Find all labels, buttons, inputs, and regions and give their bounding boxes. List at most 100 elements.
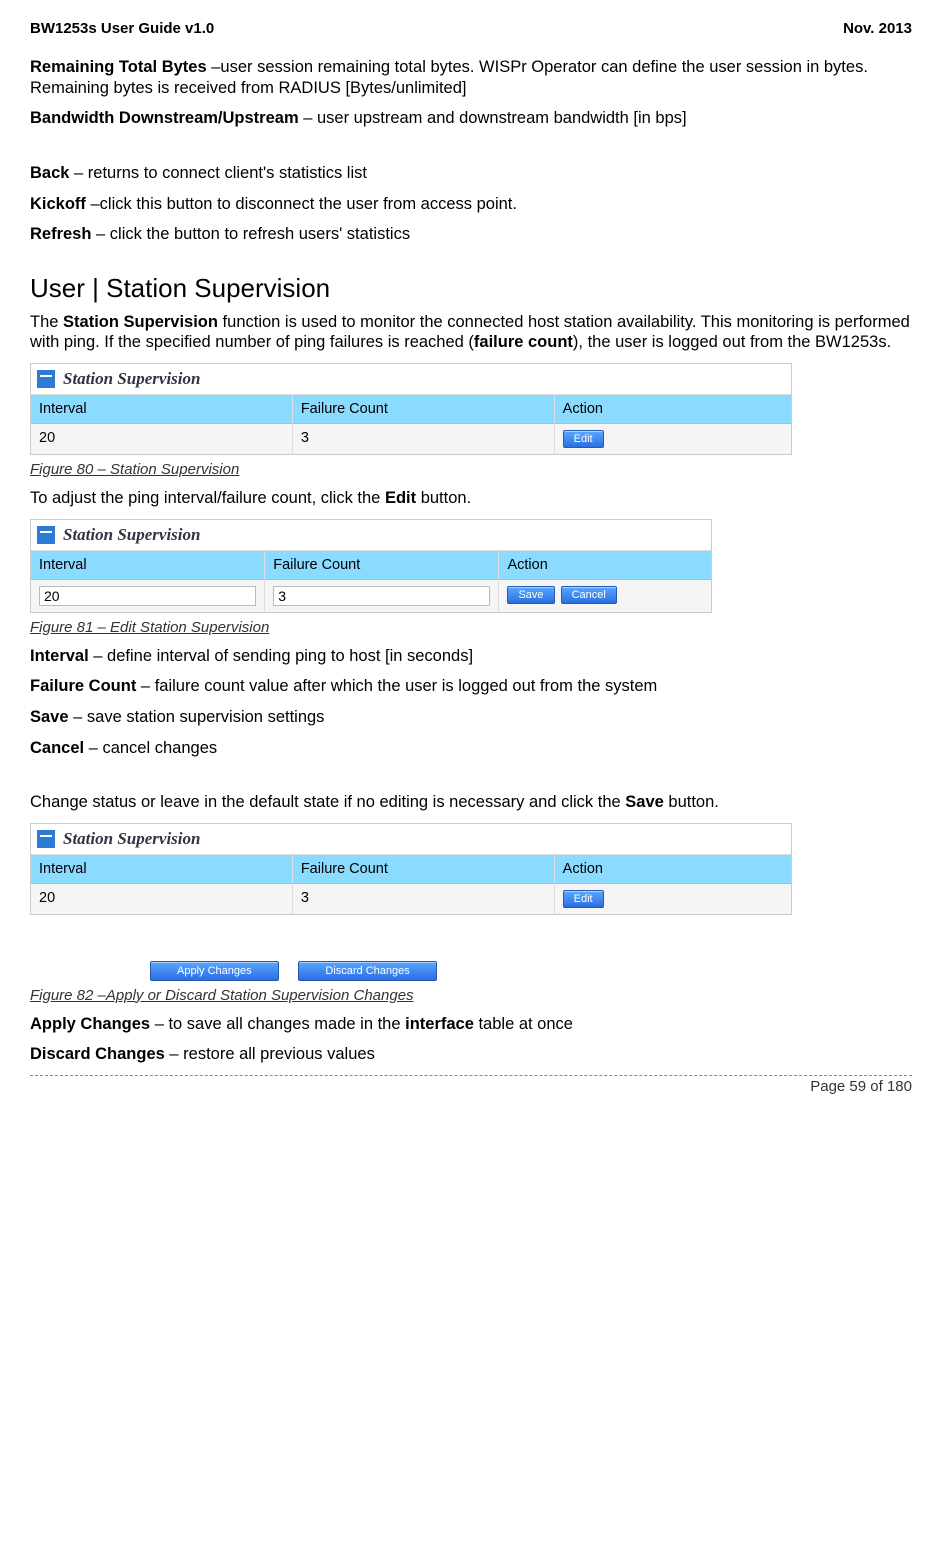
def-interval: Interval – define interval of sending pi… xyxy=(30,646,912,667)
label: Failure Count xyxy=(30,677,136,695)
header-left: BW1253s User Guide v1.0 xyxy=(30,20,214,37)
b: failure count xyxy=(474,333,573,351)
panel-titlebar: Station Supervision xyxy=(31,520,711,551)
panel-icon xyxy=(37,370,55,388)
def-bandwidth: Bandwidth Downstream/Upstream – user ups… xyxy=(30,108,912,129)
adjust-text: To adjust the ping interval/failure coun… xyxy=(30,488,912,509)
panel-titlebar: Station Supervision xyxy=(31,364,791,395)
figure-caption-80: Figure 80 – Station Supervision xyxy=(30,461,912,478)
section-title: User | Station Supervision xyxy=(30,273,912,304)
t: button. xyxy=(664,793,719,811)
discard-changes-button[interactable]: Discard Changes xyxy=(298,961,436,981)
col-interval: Interval xyxy=(31,855,293,884)
edit-button[interactable]: Edit xyxy=(563,890,604,908)
cell-action: Edit xyxy=(555,424,791,454)
col-action: Action xyxy=(499,551,711,580)
page-number: Page 59 of 180 xyxy=(30,1078,912,1095)
change-status-text: Change status or leave in the default st… xyxy=(30,792,912,813)
footer-divider xyxy=(30,1075,912,1076)
def-failure-count: Failure Count – failure count value afte… xyxy=(30,676,912,697)
label: Kickoff xyxy=(30,195,86,213)
text: – cancel changes xyxy=(84,739,217,757)
panel-title: Station Supervision xyxy=(63,369,200,389)
panel-titlebar: Station Supervision xyxy=(31,824,791,855)
b: Station Supervision xyxy=(63,313,218,331)
save-button[interactable]: Save xyxy=(507,586,554,604)
def-remaining-total-bytes: Remaining Total Bytes –user session rema… xyxy=(30,57,912,98)
panel-icon xyxy=(37,830,55,848)
cancel-button[interactable]: Cancel xyxy=(561,586,617,604)
t: The xyxy=(30,313,63,331)
page-header: BW1253s User Guide v1.0 Nov. 2013 xyxy=(30,20,912,37)
apply-discard-row: Apply Changes Discard Changes xyxy=(30,961,912,981)
table-row: Save Cancel xyxy=(31,580,711,612)
table-header-row: Interval Failure Count Action xyxy=(31,855,791,884)
def-save: Save – save station supervision settings xyxy=(30,707,912,728)
figure-caption-82: Figure 82 –Apply or Discard Station Supe… xyxy=(30,987,912,1004)
panel-title: Station Supervision xyxy=(63,829,200,849)
col-action: Action xyxy=(555,855,791,884)
b: Edit xyxy=(385,489,416,507)
t: Change status or leave in the default st… xyxy=(30,793,625,811)
table-header-row: Interval Failure Count Action xyxy=(31,395,791,424)
panel-icon xyxy=(37,526,55,544)
cell-interval: 20 xyxy=(31,424,293,454)
text: – save station supervision settings xyxy=(69,708,325,726)
label: Remaining Total Bytes xyxy=(30,58,207,76)
panel-title: Station Supervision xyxy=(63,525,200,545)
label: Save xyxy=(30,708,69,726)
cell-interval-input xyxy=(31,580,265,612)
label: Apply Changes xyxy=(30,1015,150,1033)
col-action: Action xyxy=(555,395,791,424)
col-failure-count: Failure Count xyxy=(293,395,555,424)
text: – user upstream and downstream bandwidth… xyxy=(299,109,687,127)
table-row: 20 3 Edit xyxy=(31,424,791,454)
label: Refresh xyxy=(30,225,91,243)
text: –click this button to disconnect the use… xyxy=(86,195,517,213)
cell-failure: 3 xyxy=(293,884,555,914)
station-supervision-panel-view2: Station Supervision Interval Failure Cou… xyxy=(30,823,792,915)
label: Discard Changes xyxy=(30,1045,165,1063)
table-row: 20 3 Edit xyxy=(31,884,791,914)
def-cancel: Cancel – cancel changes xyxy=(30,738,912,759)
header-right: Nov. 2013 xyxy=(843,20,912,37)
t: To adjust the ping interval/failure coun… xyxy=(30,489,385,507)
edit-button[interactable]: Edit xyxy=(563,430,604,448)
t: table at once xyxy=(474,1015,573,1033)
b: Save xyxy=(625,793,664,811)
def-discard-changes: Discard Changes – restore all previous v… xyxy=(30,1044,912,1065)
cell-action: Edit xyxy=(555,884,791,914)
station-supervision-panel-edit: Station Supervision Interval Failure Cou… xyxy=(30,519,712,613)
t: ), the user is logged out from the BW125… xyxy=(573,333,891,351)
col-failure-count: Failure Count xyxy=(265,551,499,580)
t: button. xyxy=(416,489,471,507)
t: – to save all changes made in the xyxy=(150,1015,405,1033)
label: Bandwidth Downstream/Upstream xyxy=(30,109,299,127)
text: – restore all previous values xyxy=(165,1045,375,1063)
figure-caption-81: Figure 81 – Edit Station Supervision xyxy=(30,619,912,636)
def-apply-changes: Apply Changes – to save all changes made… xyxy=(30,1014,912,1035)
interval-input[interactable] xyxy=(39,586,256,606)
station-supervision-panel-view: Station Supervision Interval Failure Cou… xyxy=(30,363,792,455)
cell-failure: 3 xyxy=(293,424,555,454)
cell-action: Save Cancel xyxy=(499,580,711,612)
label: Interval xyxy=(30,647,89,665)
text: – click the button to refresh users' sta… xyxy=(91,225,410,243)
def-back: Back – returns to connect client's stati… xyxy=(30,163,912,184)
text: – failure count value after which the us… xyxy=(136,677,657,695)
col-interval: Interval xyxy=(31,395,293,424)
cell-interval: 20 xyxy=(31,884,293,914)
col-failure-count: Failure Count xyxy=(293,855,555,884)
cell-failure-input xyxy=(265,580,499,612)
text: – returns to connect client's statistics… xyxy=(69,164,367,182)
intro-paragraph: The Station Supervision function is used… xyxy=(30,312,912,353)
def-refresh: Refresh – click the button to refresh us… xyxy=(30,224,912,245)
b: interface xyxy=(405,1015,474,1033)
table-header-row: Interval Failure Count Action xyxy=(31,551,711,580)
text: – define interval of sending ping to hos… xyxy=(89,647,473,665)
label: Cancel xyxy=(30,739,84,757)
label: Back xyxy=(30,164,69,182)
col-interval: Interval xyxy=(31,551,265,580)
failure-count-input[interactable] xyxy=(273,586,490,606)
apply-changes-button[interactable]: Apply Changes xyxy=(150,961,279,981)
